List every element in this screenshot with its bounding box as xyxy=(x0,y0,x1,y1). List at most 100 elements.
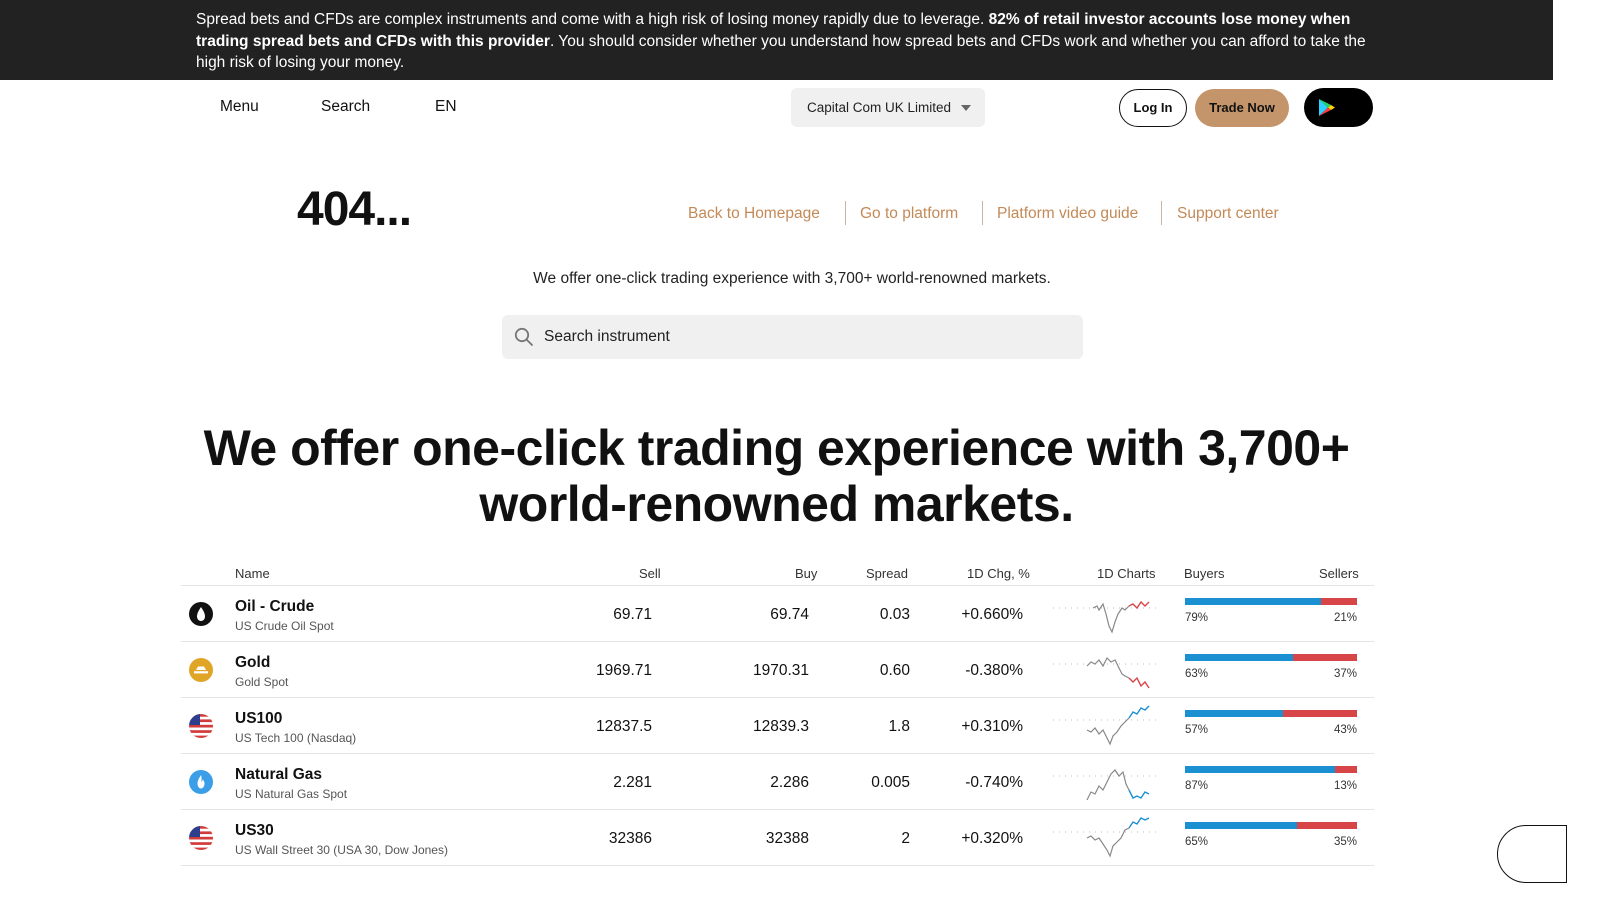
change-value: +0.660% xyxy=(961,606,1023,623)
link-divider xyxy=(982,201,983,225)
sparkline-chart xyxy=(1053,600,1157,634)
column-header-spread: Spread xyxy=(866,566,908,581)
entity-selector[interactable]: Capital Com UK Limited xyxy=(791,88,985,127)
login-button[interactable]: Log In xyxy=(1119,89,1187,127)
buyers-percent: 79% xyxy=(1185,612,1209,624)
instrument-name[interactable]: Gold xyxy=(235,654,270,672)
headline-line-1: We offer one-click trading experience wi… xyxy=(203,420,1350,476)
sell-price[interactable]: 32386 xyxy=(609,830,652,848)
headline-line-2: world-renowned markets. xyxy=(479,476,1074,532)
table-row[interactable]: US30 US Wall Street 30 (USA 30, Dow Jones… xyxy=(181,810,1374,866)
instrument-name[interactable]: US30 xyxy=(235,822,274,840)
sentiment-bar xyxy=(1185,598,1357,605)
back-to-homepage-link[interactable]: Back to Homepage xyxy=(688,205,820,223)
column-header-charts: 1D Charts xyxy=(1097,566,1156,581)
buyers-fill xyxy=(1185,654,1294,661)
buyers-fill xyxy=(1185,766,1335,773)
google-play-button[interactable] xyxy=(1304,88,1373,127)
instrument-name[interactable]: US100 xyxy=(235,710,282,728)
offer-text: We offer one-click trading experience wi… xyxy=(533,270,1051,287)
sellers-percent: 35% xyxy=(1333,836,1357,848)
search-link[interactable]: Search xyxy=(321,98,370,116)
error-title: 404... xyxy=(297,183,412,236)
change-value: +0.320% xyxy=(961,830,1023,847)
buyers-percent: 65% xyxy=(1185,836,1209,848)
sentiment-bar xyxy=(1185,710,1357,717)
column-header-buyers: Buyers xyxy=(1184,566,1225,581)
buyers-percent: 57% xyxy=(1185,724,1209,736)
buy-price[interactable]: 32388 xyxy=(766,830,809,848)
risk-warning-banner: Spread bets and CFDs are complex instrum… xyxy=(0,0,1553,80)
instrument-search[interactable] xyxy=(502,315,1083,359)
us-flag-icon xyxy=(189,826,213,850)
entity-label: Capital Com UK Limited xyxy=(807,100,952,115)
column-header-buy: Buy xyxy=(795,566,818,581)
buyers-fill xyxy=(1185,822,1297,829)
instrument-description: US Natural Gas Spot xyxy=(235,787,348,801)
row-divider xyxy=(181,865,1374,866)
gas-flame-icon xyxy=(189,770,213,794)
spread-value: 0.005 xyxy=(871,774,910,791)
instrument-description: US Wall Street 30 (USA 30, Dow Jones) xyxy=(235,843,448,857)
sellers-percent: 43% xyxy=(1333,724,1357,736)
buyers-percent: 63% xyxy=(1185,668,1209,680)
column-header-sellers: Sellers xyxy=(1319,566,1359,581)
instrument-name[interactable]: Oil - Crude xyxy=(235,598,314,616)
buy-price[interactable]: 2.286 xyxy=(770,774,809,792)
instrument-description: US Tech 100 (Nasdaq) xyxy=(235,731,357,745)
sentiment-bar xyxy=(1185,822,1357,829)
chevron-down-icon xyxy=(961,105,971,111)
buyers-fill xyxy=(1185,598,1321,605)
sell-price[interactable]: 69.71 xyxy=(613,606,652,624)
instrument-description: US Crude Oil Spot xyxy=(235,619,334,633)
buy-price[interactable]: 1970.31 xyxy=(753,662,809,680)
table-row[interactable]: US100 US Tech 100 (Nasdaq) 12837.5 12839.3 1… xyxy=(181,698,1374,754)
table-row[interactable]: Natural Gas US Natural Gas Spot 2.281 2.286… xyxy=(181,754,1374,810)
sparkline-chart xyxy=(1053,769,1157,801)
sellers-percent: 13% xyxy=(1333,780,1357,792)
menu-link[interactable]: Menu xyxy=(220,98,259,116)
support-center-link[interactable]: Support center xyxy=(1177,205,1279,223)
buyers-fill xyxy=(1185,710,1284,717)
buy-price[interactable]: 69.74 xyxy=(770,606,809,624)
link-divider xyxy=(845,201,846,225)
search-icon xyxy=(514,327,533,346)
buy-price[interactable]: 12839.3 xyxy=(753,718,809,736)
risk-warning-text: Spread bets and CFDs are complex instrum… xyxy=(196,11,1366,71)
buyers-percent: 87% xyxy=(1185,780,1209,792)
us-flag-icon xyxy=(189,714,213,738)
sellers-percent: 37% xyxy=(1333,668,1357,680)
gold-bars-icon xyxy=(189,658,213,682)
sentiment-bar xyxy=(1185,654,1357,661)
spread-value: 2 xyxy=(901,830,910,847)
sell-price[interactable]: 1969.71 xyxy=(596,662,652,680)
sparkline-chart xyxy=(1053,705,1157,746)
language-selector[interactable]: EN xyxy=(435,98,457,116)
sparkline-chart xyxy=(1053,656,1157,689)
table-row[interactable]: Gold Gold Spot 1969.71 1970.31 0.60 -0.380% 63… xyxy=(181,642,1374,698)
platform-video-guide-link[interactable]: Platform video guide xyxy=(997,205,1138,223)
sentiment-bar xyxy=(1185,766,1357,773)
oil-drop-icon xyxy=(189,602,213,626)
sparkline-chart xyxy=(1053,817,1157,858)
chat-widget-button[interactable] xyxy=(1497,825,1567,883)
google-play-icon xyxy=(1319,99,1335,116)
sell-price[interactable]: 12837.5 xyxy=(596,718,652,736)
table-row[interactable]: Oil - Crude US Crude Oil Spot 69.71 69.74 0.… xyxy=(181,586,1374,642)
change-value: -0.740% xyxy=(965,774,1023,791)
sellers-percent: 21% xyxy=(1333,612,1357,624)
column-header-change: 1D Chg, % xyxy=(967,566,1030,581)
go-to-platform-link[interactable]: Go to platform xyxy=(860,205,958,223)
search-input[interactable] xyxy=(544,315,1064,359)
markets-headline: We offer one-click trading experience wi… xyxy=(0,420,1553,532)
spread-value: 0.03 xyxy=(879,606,910,623)
sell-price[interactable]: 2.281 xyxy=(613,774,652,792)
instrument-name[interactable]: Natural Gas xyxy=(235,766,322,784)
spread-value: 0.60 xyxy=(879,662,910,679)
column-header-sell: Sell xyxy=(639,566,661,581)
trade-now-button[interactable]: Trade Now xyxy=(1195,89,1289,127)
instrument-description: Gold Spot xyxy=(235,675,289,689)
change-value: -0.380% xyxy=(965,662,1023,679)
column-header-name: Name xyxy=(235,566,270,581)
link-divider xyxy=(1161,201,1162,225)
